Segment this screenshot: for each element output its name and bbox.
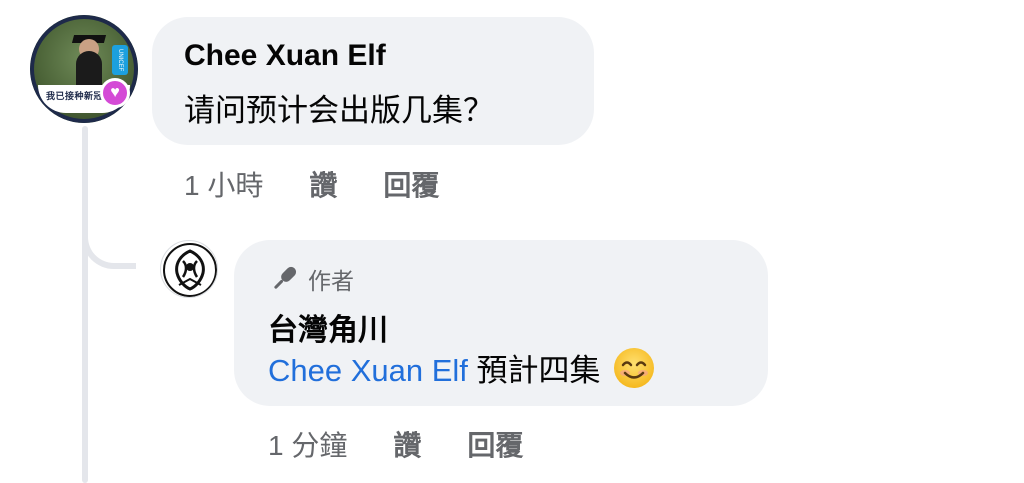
heart-icon: ♥: [100, 78, 130, 108]
reply-button[interactable]: 回覆: [383, 164, 439, 204]
reply-author-avatar[interactable]: [160, 240, 218, 298]
comment-timestamp[interactable]: 1 小時: [184, 164, 263, 204]
comment-author-name[interactable]: Chee Xuan Elf: [184, 39, 386, 73]
reply-text: 預計四集: [467, 353, 601, 388]
like-button[interactable]: 讚: [309, 164, 337, 204]
reply-like-button[interactable]: 讚: [393, 424, 421, 464]
thread-line: [82, 126, 88, 483]
commenter-avatar[interactable]: UNICEF 我已接种新冠疫苗: [30, 15, 138, 123]
thread-connector: [82, 225, 136, 269]
mention-link[interactable]: Chee Xuan Elf: [268, 353, 468, 388]
reply-timestamp[interactable]: 1 分鐘: [268, 424, 347, 464]
reply-text-line: Chee Xuan Elf 預計四集: [268, 345, 655, 390]
phoenix-logo-icon: [163, 243, 217, 297]
microphone-icon: [274, 266, 297, 289]
author-badge: 作者: [268, 262, 354, 296]
comment-actions: 1 小時 讚 回覆: [184, 164, 439, 204]
reply-actions: 1 分鐘 讚 回覆: [268, 424, 523, 464]
author-badge-label: 作者: [308, 268, 354, 294]
smiling-face-emoji-icon: [614, 348, 655, 388]
comment-text: 请问预计会出版几集？: [184, 93, 494, 128]
reply-author-name[interactable]: 台灣角川: [268, 305, 388, 349]
reply-reply-button[interactable]: 回覆: [467, 424, 523, 464]
